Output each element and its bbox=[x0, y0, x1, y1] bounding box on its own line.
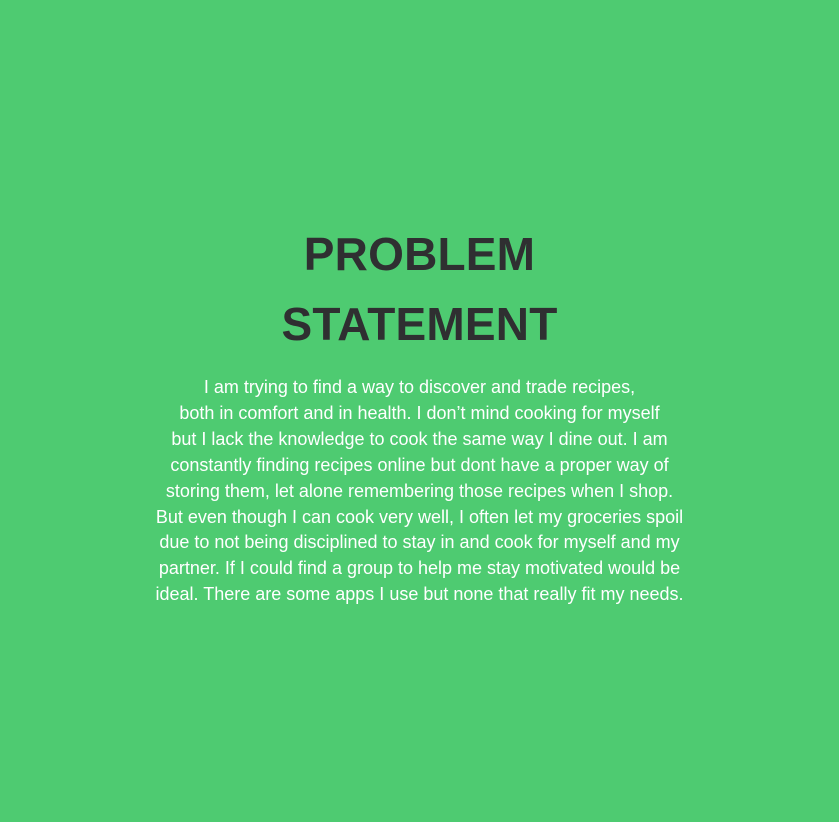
statement-line: I am trying to find a way to discover an… bbox=[203, 377, 636, 397]
statement-line: partner. If I could find a group to help… bbox=[158, 558, 681, 579]
statement-line: due to not being disciplined to stay in … bbox=[159, 532, 680, 553]
problem-statement-card: PROBLEM STATEMENT I am trying to find a … bbox=[0, 0, 839, 822]
page-title: PROBLEM STATEMENT bbox=[0, 219, 839, 359]
statement-line: but I lack the knowledge to cook the sam… bbox=[171, 428, 668, 449]
statement-line: both in comfort and in health. I don’t m… bbox=[179, 402, 660, 423]
problem-statement-text: I am trying to find a way to discover an… bbox=[0, 375, 839, 608]
statement-line: constantly finding recipes online but do… bbox=[170, 454, 669, 475]
title-line-2: STATEMENT bbox=[281, 298, 558, 350]
title-line-1: PROBLEM bbox=[303, 228, 536, 280]
statement-line: storing them, let alone remembering thos… bbox=[165, 480, 674, 501]
statement-line: ideal. There are some apps I use but non… bbox=[155, 584, 684, 605]
statement-line: But even though I can cook very well, I … bbox=[155, 506, 684, 527]
